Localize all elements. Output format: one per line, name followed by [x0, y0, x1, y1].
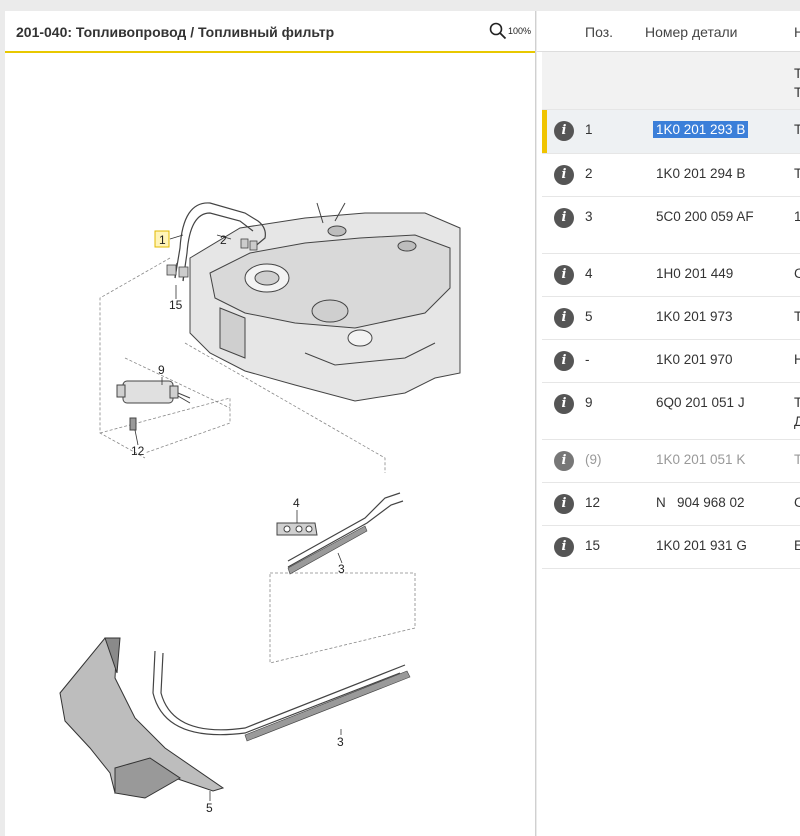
table-row[interactable]: i 3 5C0 200 059 AF 1 — [542, 197, 800, 254]
table-row[interactable]: i 9 6Q0 201 051 J Т Д — [542, 383, 800, 440]
table-row[interactable]: i 15 1K0 201 931 G Е — [542, 526, 800, 569]
table-row[interactable]: i 1 1K0 201 293 B Т — [542, 110, 800, 154]
info-icon[interactable]: i — [554, 351, 574, 371]
part-number[interactable]: 1K0 201 293 B — [653, 121, 749, 138]
fuel-filter-drawing — [116, 380, 191, 404]
info-icon[interactable]: i — [554, 308, 574, 328]
info-icon[interactable]: i — [554, 265, 574, 285]
table-row[interactable]: i 12 N 904 968 02 С — [542, 483, 800, 526]
zoom-button[interactable]: 100% — [489, 22, 531, 40]
table-row[interactable]: i 2 1K0 201 294 B Т — [542, 154, 800, 197]
callout-1[interactable]: 1 — [159, 233, 166, 247]
callout-5[interactable]: 5 — [206, 801, 213, 815]
table-row[interactable]: i 5 1K0 201 973 Т — [542, 297, 800, 340]
column-header-name[interactable]: Н — [794, 24, 800, 40]
part-number[interactable]: 5C0 200 059 AF — [656, 209, 754, 224]
magnifier-icon — [489, 22, 507, 40]
column-header-pos[interactable]: Поз. — [585, 24, 613, 40]
part-number[interactable]: 1K0 201 051 K — [656, 452, 745, 467]
part-number[interactable]: 1H0 201 449 — [656, 266, 733, 281]
callout-2[interactable]: 2 — [220, 233, 227, 247]
info-icon[interactable]: i — [554, 121, 574, 141]
table-row[interactable]: i 4 1H0 201 449 С — [542, 254, 800, 297]
fuel-tank-drawing — [189, 202, 461, 402]
parts-diagram[interactable]: 1 2 15 9 12 4 3 3 5 — [5, 53, 535, 836]
callout-4[interactable]: 4 — [293, 496, 300, 510]
info-icon[interactable]: i — [554, 165, 574, 185]
part-number[interactable]: 1K0 201 931 G — [656, 538, 747, 553]
info-icon[interactable]: i — [554, 451, 574, 471]
info-icon[interactable]: i — [554, 494, 574, 514]
zoom-level: 100% — [507, 26, 531, 36]
parts-table: Поз. Номер детали Н Т Т i 1 1K0 201 293 … — [537, 11, 800, 836]
info-icon[interactable]: i — [554, 394, 574, 414]
selection-marker — [542, 110, 547, 153]
heat-shield-drawing — [59, 637, 225, 799]
diagram-panel: 201-040: Топливопровод / Топливный фильт… — [5, 11, 536, 836]
info-icon[interactable]: i — [554, 208, 574, 228]
table-row[interactable]: i - 1K0 201 970 Н — [542, 340, 800, 383]
callout-12[interactable]: 12 — [131, 444, 145, 458]
table-row[interactable]: i (9) 1K0 201 051 K Т — [542, 440, 800, 483]
part-number[interactable]: 1K0 201 970 — [656, 352, 733, 367]
part-number[interactable]: N 904 968 02 — [656, 495, 745, 510]
callout-3-upper[interactable]: 3 — [338, 562, 345, 576]
callout-3-lower[interactable]: 3 — [337, 735, 344, 749]
diagram-header: 201-040: Топливопровод / Топливный фильт… — [5, 11, 535, 53]
table-header: Поз. Номер детали Н — [537, 11, 800, 52]
callout-15[interactable]: 15 — [169, 298, 183, 312]
clip-drawing — [276, 522, 318, 536]
part-number[interactable]: 6Q0 201 051 J — [656, 395, 745, 410]
table-row-header-note: Т Т — [542, 52, 800, 110]
column-header-part-number[interactable]: Номер детали — [645, 24, 738, 40]
callout-9[interactable]: 9 — [158, 363, 165, 377]
info-icon[interactable]: i — [554, 537, 574, 557]
diagram-title: 201-040: Топливопровод / Топливный фильт… — [16, 24, 335, 40]
part-number[interactable]: 1K0 201 294 B — [656, 166, 745, 181]
part-number[interactable]: 1K0 201 973 — [656, 309, 733, 324]
